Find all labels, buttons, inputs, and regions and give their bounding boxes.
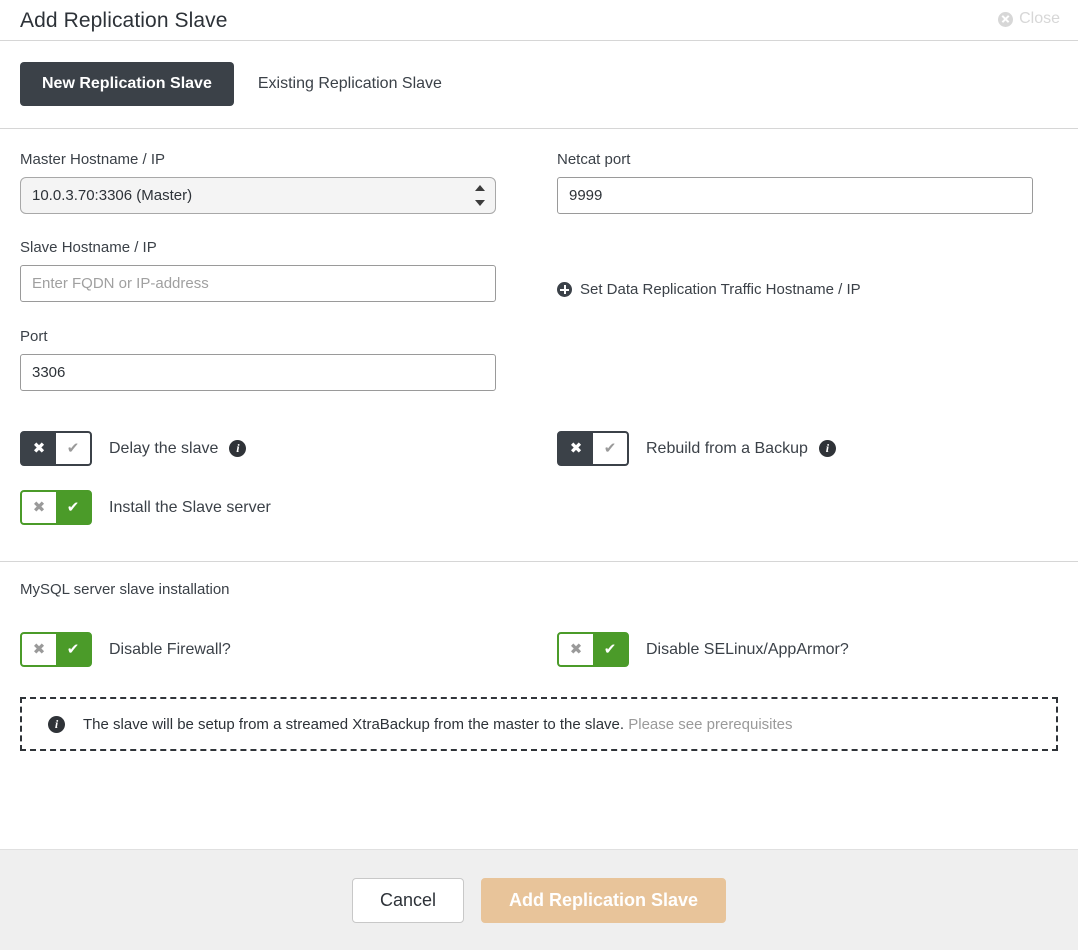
toggle-row-disable-firewall: ✖ ✔ Disable Firewall? bbox=[20, 632, 539, 667]
alert-message: The slave will be setup from a streamed … bbox=[83, 716, 793, 733]
toggle-on-glyph: ✔ bbox=[593, 634, 627, 665]
alert-message-text: The slave will be setup from a streamed … bbox=[83, 715, 625, 733]
modal-footer: Cancel Add Replication Slave bbox=[0, 849, 1078, 950]
toggle-on-glyph: ✔ bbox=[56, 634, 90, 665]
modal-header: Add Replication Slave Close bbox=[0, 0, 1078, 40]
toggle-grid-row-3: ✖ ✔ Disable Firewall? ✖ ✔ Disable SELinu… bbox=[20, 632, 1058, 689]
set-data-replication-traffic-host-link[interactable]: Set Data Replication Traffic Hostname / … bbox=[557, 281, 1058, 298]
port-input[interactable] bbox=[20, 354, 496, 391]
chevron-updown-icon[interactable] bbox=[475, 185, 485, 206]
form-column-left: Master Hostname / IP 10.0.3.70:3306 (Mas… bbox=[20, 151, 539, 409]
toggle-label-disable-firewall: Disable Firewall? bbox=[109, 641, 231, 659]
toggle-on-glyph: ✔ bbox=[56, 492, 90, 523]
toggle-install-slave-server[interactable]: ✖ ✔ bbox=[20, 490, 92, 525]
master-hostname-select[interactable]: 10.0.3.70:3306 (Master) bbox=[20, 177, 496, 214]
toggle-grid-row-1: ✖ ✔ Delay the slave i ✖ ✔ Rebuild from a… bbox=[20, 431, 1058, 488]
slave-hostname-label: Slave Hostname / IP bbox=[20, 239, 157, 256]
master-hostname-select-wrap: 10.0.3.70:3306 (Master) bbox=[20, 177, 496, 214]
toggle-delay-slave[interactable]: ✖ ✔ bbox=[20, 431, 92, 466]
delay-slave-label: Delay the slave bbox=[109, 439, 219, 457]
slave-hostname-input[interactable] bbox=[20, 265, 496, 302]
mysql-install-section: MySQL server slave installation ✖ ✔ Disa… bbox=[0, 562, 1078, 751]
toggle-grid-row-2: ✖ ✔ Install the Slave server bbox=[20, 490, 1058, 547]
toggle-rebuild-from-backup[interactable]: ✖ ✔ bbox=[557, 431, 629, 466]
close-button[interactable]: Close bbox=[998, 0, 1060, 28]
toggle-disable-selinux[interactable]: ✖ ✔ bbox=[557, 632, 629, 667]
tab-bar: New Replication Slave Existing Replicati… bbox=[0, 41, 1078, 128]
toggle-label-delay-slave: Delay the slave i bbox=[109, 439, 247, 458]
toggle-cell-delay-slave: ✖ ✔ Delay the slave i bbox=[20, 431, 539, 488]
master-hostname-label: Master Hostname / IP bbox=[20, 151, 166, 168]
toggle-row-install-slave: ✖ ✔ Install the Slave server bbox=[20, 490, 539, 525]
tab-new-replication-slave[interactable]: New Replication Slave bbox=[20, 62, 234, 106]
modal-body: Master Hostname / IP 10.0.3.70:3306 (Mas… bbox=[0, 129, 1078, 547]
netcat-port-label: Netcat port bbox=[557, 151, 631, 168]
info-alert-box: i The slave will be setup from a streame… bbox=[20, 697, 1058, 751]
info-icon[interactable]: i bbox=[229, 440, 247, 457]
toggle-off-glyph: ✖ bbox=[22, 433, 56, 464]
info-icon[interactable]: i bbox=[818, 440, 836, 457]
field-port: Port bbox=[20, 328, 539, 391]
install-slave-label: Install the Slave server bbox=[109, 498, 271, 516]
toggle-row-disable-selinux: ✖ ✔ Disable SELinux/AppArmor? bbox=[557, 632, 1058, 667]
rebuild-backup-label: Rebuild from a Backup bbox=[646, 439, 808, 457]
toggle-cell-empty bbox=[539, 490, 1058, 547]
page-title: Add Replication Slave bbox=[20, 9, 228, 32]
field-slave-hostname: Slave Hostname / IP bbox=[20, 239, 539, 302]
toggle-disable-firewall[interactable]: ✖ ✔ bbox=[20, 632, 92, 667]
toggle-cell-disable-selinux: ✖ ✔ Disable SELinux/AppArmor? bbox=[539, 632, 1058, 689]
form-column-right: Netcat port Set Data Replication Traffic… bbox=[539, 151, 1058, 409]
toggle-label-disable-selinux: Disable SELinux/AppArmor? bbox=[646, 641, 849, 659]
toggle-cell-rebuild-backup: ✖ ✔ Rebuild from a Backup i bbox=[539, 431, 1058, 488]
toggle-off-glyph: ✖ bbox=[22, 492, 56, 523]
toggle-on-glyph: ✔ bbox=[593, 433, 627, 464]
prerequisites-link[interactable]: Please see prerequisites bbox=[628, 716, 792, 733]
field-netcat-port: Netcat port bbox=[557, 151, 1058, 214]
close-button-label: Close bbox=[1019, 10, 1060, 27]
port-label: Port bbox=[20, 328, 48, 345]
close-circle-icon bbox=[998, 11, 1014, 27]
add-replication-slave-button[interactable]: Add Replication Slave bbox=[480, 877, 727, 923]
form-grid-row-1: Master Hostname / IP 10.0.3.70:3306 (Mas… bbox=[20, 151, 1058, 409]
disable-selinux-label: Disable SELinux/AppArmor? bbox=[646, 640, 849, 658]
right-column-spacer bbox=[557, 232, 1058, 271]
cancel-button[interactable]: Cancel bbox=[351, 877, 464, 923]
disable-firewall-label: Disable Firewall? bbox=[109, 640, 231, 658]
field-master-hostname: Master Hostname / IP 10.0.3.70:3306 (Mas… bbox=[20, 151, 539, 214]
toggle-off-glyph: ✖ bbox=[559, 634, 593, 665]
set-data-replication-traffic-host-label: Set Data Replication Traffic Hostname / … bbox=[580, 281, 861, 298]
toggle-off-glyph: ✖ bbox=[22, 634, 56, 665]
netcat-port-input[interactable] bbox=[557, 177, 1033, 214]
plus-circle-icon bbox=[557, 282, 572, 297]
toggle-cell-disable-firewall: ✖ ✔ Disable Firewall? bbox=[20, 632, 539, 689]
info-circle-icon: i bbox=[48, 715, 65, 733]
tab-existing-replication-slave[interactable]: Existing Replication Slave bbox=[234, 62, 464, 106]
toggle-off-glyph: ✖ bbox=[559, 433, 593, 464]
master-hostname-value: 10.0.3.70:3306 (Master) bbox=[32, 187, 193, 204]
toggle-row-delay-slave: ✖ ✔ Delay the slave i bbox=[20, 431, 539, 466]
toggle-row-rebuild-backup: ✖ ✔ Rebuild from a Backup i bbox=[557, 431, 1058, 466]
toggle-on-glyph: ✔ bbox=[56, 433, 90, 464]
mysql-section-title: MySQL server slave installation bbox=[20, 581, 230, 598]
toggle-label-rebuild-backup: Rebuild from a Backup i bbox=[646, 440, 836, 458]
toggle-cell-install-slave: ✖ ✔ Install the Slave server bbox=[20, 490, 539, 547]
toggle-label-install-slave: Install the Slave server bbox=[109, 499, 271, 517]
